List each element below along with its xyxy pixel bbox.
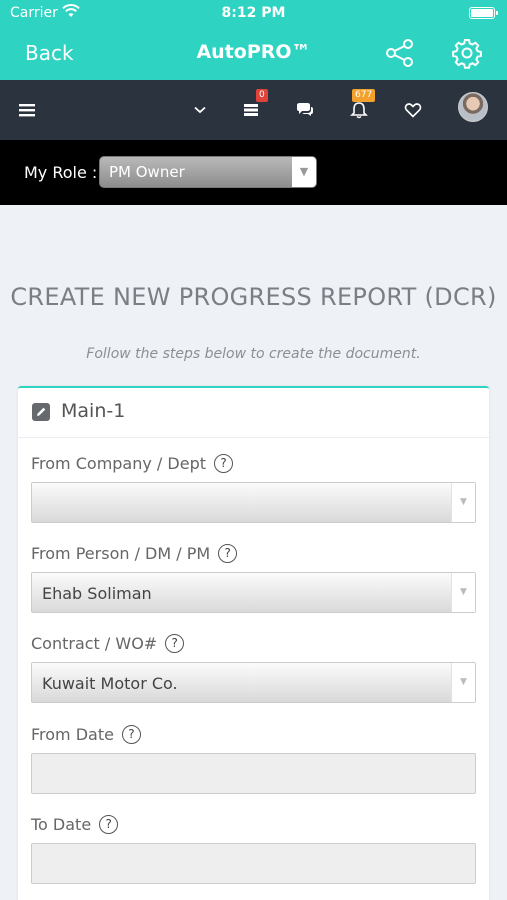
- card-title: Main-1: [61, 400, 126, 422]
- notifications-badge: 677: [352, 89, 376, 102]
- chevron-down-icon: ▼: [451, 573, 475, 612]
- battery-icon: [469, 7, 498, 19]
- bell-icon: [350, 102, 368, 119]
- field-label-from-person: From Person / DM / PM?: [31, 544, 238, 563]
- avatar[interactable]: [458, 92, 488, 122]
- from-person-select[interactable]: Ehab Soliman ▼: [31, 572, 476, 613]
- status-bar: Carrier 8:12 PM: [0, 0, 507, 28]
- field-label-from-date: From Date?: [31, 725, 141, 744]
- page-subtitle: Follow the steps below to create the doc…: [86, 346, 421, 362]
- card-header: Main-1: [18, 388, 489, 438]
- field-label-contract: Contract / WO#?: [31, 634, 185, 653]
- back-button[interactable]: Back: [25, 41, 74, 65]
- help-icon[interactable]: ?: [218, 544, 238, 563]
- role-select[interactable]: PM Owner ▼: [99, 156, 317, 188]
- form-card: Main-1 From Company / Dept? ▼ From Perso…: [18, 386, 489, 900]
- inbox-button[interactable]: 0: [241, 89, 268, 122]
- to-date-input[interactable]: [31, 843, 476, 884]
- contract-select[interactable]: Kuwait Motor Co. ▼: [31, 662, 476, 703]
- menu-icon[interactable]: [18, 98, 38, 122]
- gear-icon[interactable]: [451, 37, 483, 69]
- chevron-down-icon[interactable]: [190, 98, 210, 122]
- page-title: CREATE NEW PROGRESS REPORT (DCR): [10, 283, 497, 311]
- pencil-icon: [32, 403, 50, 421]
- heart-icon[interactable]: [402, 98, 424, 122]
- toolbar: 0 677: [0, 80, 507, 140]
- role-bar: My Role : PM Owner ▼: [0, 140, 507, 205]
- help-icon[interactable]: ?: [165, 634, 185, 653]
- notifications-button[interactable]: 677: [348, 89, 376, 122]
- inbox-badge: 0: [256, 89, 268, 102]
- field-label-to-date: To Date?: [31, 815, 119, 834]
- help-icon[interactable]: ?: [121, 725, 141, 744]
- chevron-down-icon: ▼: [292, 157, 316, 187]
- chevron-down-icon: ▼: [451, 483, 475, 522]
- clock: 8:12 PM: [221, 5, 286, 21]
- from-company-select[interactable]: ▼: [31, 482, 476, 523]
- from-date-input[interactable]: [31, 753, 476, 794]
- inbox-icon: [244, 104, 258, 116]
- nav-bar: Back AutoPRO™: [0, 28, 507, 80]
- role-label: My Role :: [24, 163, 98, 182]
- app-title: AutoPRO™: [196, 41, 311, 63]
- field-label-from-company: From Company / Dept?: [31, 454, 233, 473]
- chevron-down-icon: ▼: [451, 663, 475, 702]
- help-icon[interactable]: ?: [214, 454, 233, 473]
- chat-icon[interactable]: [294, 98, 316, 122]
- help-icon[interactable]: ?: [99, 815, 119, 834]
- role-value: PM Owner: [109, 163, 185, 181]
- share-icon[interactable]: [384, 37, 416, 69]
